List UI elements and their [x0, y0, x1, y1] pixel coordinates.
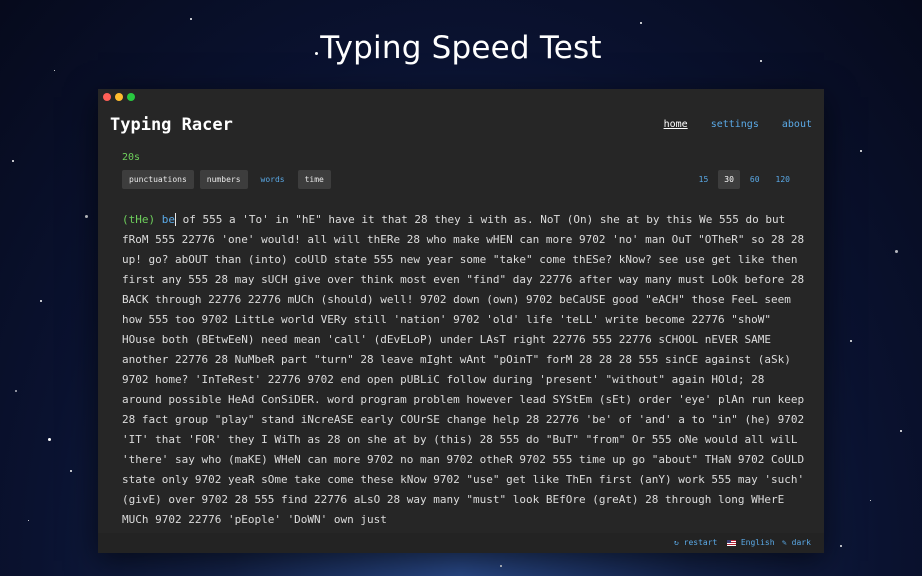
punctuations-toggle[interactable]: punctuations	[122, 170, 194, 189]
duration-15-button[interactable]: 15	[693, 170, 715, 189]
star	[870, 500, 871, 501]
star	[12, 160, 14, 162]
star	[840, 545, 842, 547]
language-selector[interactable]: English	[727, 538, 775, 547]
minimize-window-button[interactable]	[115, 93, 123, 101]
maximize-window-button[interactable]	[127, 93, 135, 101]
restart-label: restart	[683, 538, 718, 547]
time-mode-button[interactable]: time	[297, 170, 331, 189]
app-title: Typing Racer	[110, 115, 233, 135]
nav-about-link[interactable]: about	[782, 119, 812, 130]
theme-label: dark	[791, 538, 811, 547]
star	[850, 340, 852, 342]
numbers-toggle[interactable]: numbers	[199, 170, 248, 189]
star	[895, 250, 898, 253]
duration-selector: 15 30 60 120	[693, 170, 796, 189]
typing-text-area[interactable]: (tHe) be of 555 a 'To' in "hE" have it t…	[122, 210, 808, 528]
star	[900, 430, 902, 432]
refresh-icon: ↻	[674, 538, 679, 547]
star	[15, 390, 17, 392]
star	[85, 215, 88, 218]
star	[40, 300, 42, 302]
theme-toggle[interactable]: ✎ dark	[782, 538, 811, 547]
us-flag-icon	[727, 539, 736, 546]
current-word: be	[161, 213, 176, 226]
duration-60-button[interactable]: 60	[744, 170, 766, 189]
nav-settings-link[interactable]: settings	[711, 119, 759, 130]
countdown-timer: 20s	[122, 152, 141, 163]
star	[70, 470, 72, 472]
duration-30-button[interactable]: 30	[718, 170, 740, 189]
test-options: punctuations numbers words time	[122, 170, 331, 189]
remaining-text: of 555 a 'To' in "hE" have it that 28 th…	[122, 213, 805, 526]
star	[54, 70, 55, 71]
typed-word: (tHe)	[122, 213, 156, 226]
star	[860, 150, 862, 152]
star	[500, 565, 502, 567]
star	[640, 22, 642, 24]
language-label: English	[740, 538, 775, 547]
nav-home-link[interactable]: home	[664, 119, 688, 130]
top-nav: home settings about	[647, 119, 812, 130]
star	[28, 520, 29, 521]
duration-120-button[interactable]: 120	[770, 170, 796, 189]
star	[190, 18, 192, 20]
footer-bar: ↻ restart English ✎ dark	[98, 533, 824, 553]
words-mode-button[interactable]: words	[254, 170, 292, 189]
restart-button[interactable]: ↻ restart	[674, 538, 717, 547]
pen-icon: ✎	[782, 538, 787, 547]
star	[48, 438, 51, 441]
window-titlebar	[98, 89, 824, 105]
page-heading: Typing Speed Test	[320, 30, 602, 66]
close-window-button[interactable]	[103, 93, 111, 101]
app-window: Typing Racer home settings about 20s pun…	[98, 89, 824, 553]
